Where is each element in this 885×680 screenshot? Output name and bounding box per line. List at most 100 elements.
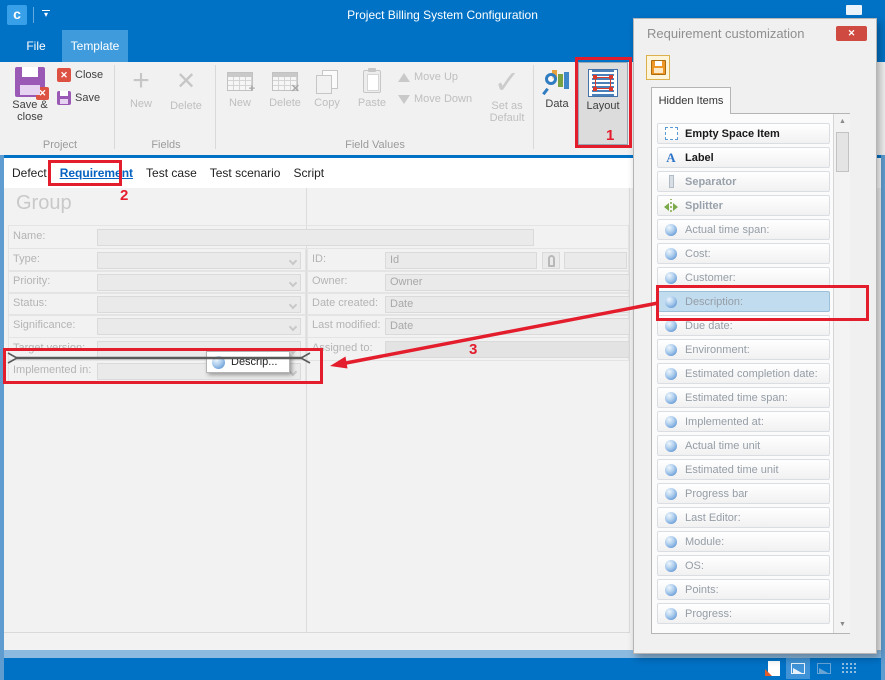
sphere-icon (662, 344, 680, 356)
sphere-icon (662, 392, 680, 404)
type-combo[interactable] (97, 252, 301, 269)
group-separator (215, 65, 216, 149)
data-icon (543, 66, 571, 96)
hidden-item-label: Last Editor: (685, 512, 741, 524)
sphere-icon (662, 584, 680, 596)
fields-group-label: Fields (120, 139, 212, 151)
content-bottom-border (4, 632, 630, 633)
hidden-item-label: Due date: (685, 320, 733, 332)
tab-file[interactable]: File (10, 30, 62, 62)
arrow-down-icon (398, 95, 410, 104)
tab-template[interactable]: Template (62, 30, 128, 62)
hidden-item-estimated-time-unit[interactable]: Estimated time unit (657, 459, 830, 480)
status-image-icon[interactable] (817, 663, 831, 674)
fields-delete-label: Delete (164, 100, 208, 112)
status-combo[interactable] (97, 296, 301, 313)
owner-field[interactable]: Owner (385, 274, 630, 291)
hidden-item-environment[interactable]: Environment: (657, 339, 830, 360)
hidden-item-label: Customer: (685, 272, 736, 284)
hidden-item-label[interactable]: ALabel (657, 147, 830, 168)
hidden-item-label: Separator (685, 176, 736, 188)
hidden-item-label: Estimated time span: (685, 392, 788, 404)
annotation-number-3: 3 (469, 341, 477, 358)
label-icon: A (662, 150, 680, 166)
scroll-up-icon[interactable]: ▲ (834, 114, 851, 130)
copy-label: Copy (307, 97, 347, 109)
hidden-items-list: Empty Space Item ALabel Separator Splitter A… (651, 113, 850, 634)
separator-icon (662, 175, 680, 188)
status-notes-icon[interactable] (768, 661, 780, 676)
last-modified-field[interactable]: Date (385, 318, 630, 335)
doc-tab-test-scenario[interactable]: Test scenario (210, 166, 281, 180)
hidden-item-module[interactable]: Module: (657, 531, 830, 552)
save-and-close-button[interactable]: ✕ Save & close (6, 64, 54, 136)
hidden-item-progress[interactable]: Progress: (657, 603, 830, 624)
doc-tab-defect[interactable]: Defect (12, 166, 47, 180)
doc-tab-test-case[interactable]: Test case (146, 166, 197, 180)
annotation-box-1 (575, 57, 632, 148)
panel-save-button[interactable] (646, 55, 670, 80)
id-field[interactable]: Id (385, 252, 537, 269)
values-new-button: + New (219, 64, 261, 109)
move-down-label: Move Down (414, 93, 472, 105)
hidden-item-cost[interactable]: Cost: (657, 243, 830, 264)
hidden-item-estimated-completion-date[interactable]: Estimated completion date: (657, 363, 830, 384)
save-close-icon: ✕ (15, 67, 45, 97)
status-bar (0, 658, 885, 680)
form-row-cell: ID: Id (307, 248, 629, 272)
hidden-item-label: Estimated time unit (685, 464, 779, 476)
hidden-item-actual-time-unit[interactable]: Actual time unit (657, 435, 830, 456)
hidden-item-last-editor[interactable]: Last Editor: (657, 507, 830, 528)
list-scrollbar[interactable]: ▲ ▼ (833, 114, 850, 633)
hidden-item-progress-bar[interactable]: Progress bar (657, 483, 830, 504)
hidden-item-separator[interactable]: Separator (657, 171, 830, 192)
hidden-item-splitter[interactable]: Splitter (657, 195, 830, 216)
panel-close-button[interactable]: ✕ (836, 26, 867, 41)
paperclip-icon (548, 255, 555, 267)
field-label: Date created: (312, 297, 378, 309)
id-extra-field[interactable] (564, 252, 627, 269)
hidden-item-label: Splitter (685, 200, 723, 212)
fields-new-button: + New (120, 64, 162, 110)
hidden-item-estimated-time-span[interactable]: Estimated time span: (657, 387, 830, 408)
sphere-icon (662, 488, 680, 500)
status-image-active-icon[interactable] (786, 658, 810, 679)
hidden-item-points[interactable]: Points: (657, 579, 830, 600)
paperclip-button[interactable] (542, 252, 560, 269)
priority-combo[interactable] (97, 274, 301, 291)
sphere-icon (662, 464, 680, 476)
sphere-icon (662, 512, 680, 524)
project-group-label: Project (6, 139, 114, 151)
customization-panel: Requirement customization ✕ Hidden Items… (633, 18, 877, 654)
name-input[interactable] (97, 229, 534, 246)
close-button[interactable]: ✕ Close (57, 68, 103, 82)
scroll-thumb[interactable] (836, 132, 849, 172)
annotation-box-description (656, 285, 869, 321)
check-icon: ✓ (478, 64, 536, 100)
doc-tab-script[interactable]: Script (293, 166, 324, 180)
annotation-box-2 (48, 160, 122, 186)
data-button[interactable]: Data (538, 64, 576, 110)
significance-combo[interactable] (97, 318, 301, 335)
date-created-field[interactable]: Date (385, 296, 630, 313)
hidden-item-actual-time-span[interactable]: Actual time span: (657, 219, 830, 240)
assigned-to-field[interactable] (385, 341, 630, 358)
hidden-item-os[interactable]: OS: (657, 555, 830, 576)
save-label: Save (75, 92, 100, 104)
set-as-default-button: ✓ Set as Default (478, 64, 536, 124)
save-button[interactable]: Save (57, 91, 100, 105)
values-delete-label: Delete (263, 97, 307, 109)
move-up-button: Move Up (398, 71, 458, 83)
hidden-item-empty-space-item[interactable]: Empty Space Item (657, 123, 830, 144)
copy-button: Copy (307, 64, 347, 109)
sphere-icon (662, 560, 680, 572)
hidden-item-label: Points: (685, 584, 719, 596)
form-row-cell: Priority: (8, 270, 306, 294)
group-separator (114, 65, 115, 149)
x-icon: ✕ (164, 64, 208, 100)
hidden-item-implemented-at[interactable]: Implemented at: (657, 411, 830, 432)
hidden-items-tab[interactable]: Hidden Items (651, 87, 731, 114)
scroll-down-icon[interactable]: ▼ (834, 617, 851, 633)
sphere-icon (662, 608, 680, 620)
field-label: ID: (312, 253, 326, 265)
